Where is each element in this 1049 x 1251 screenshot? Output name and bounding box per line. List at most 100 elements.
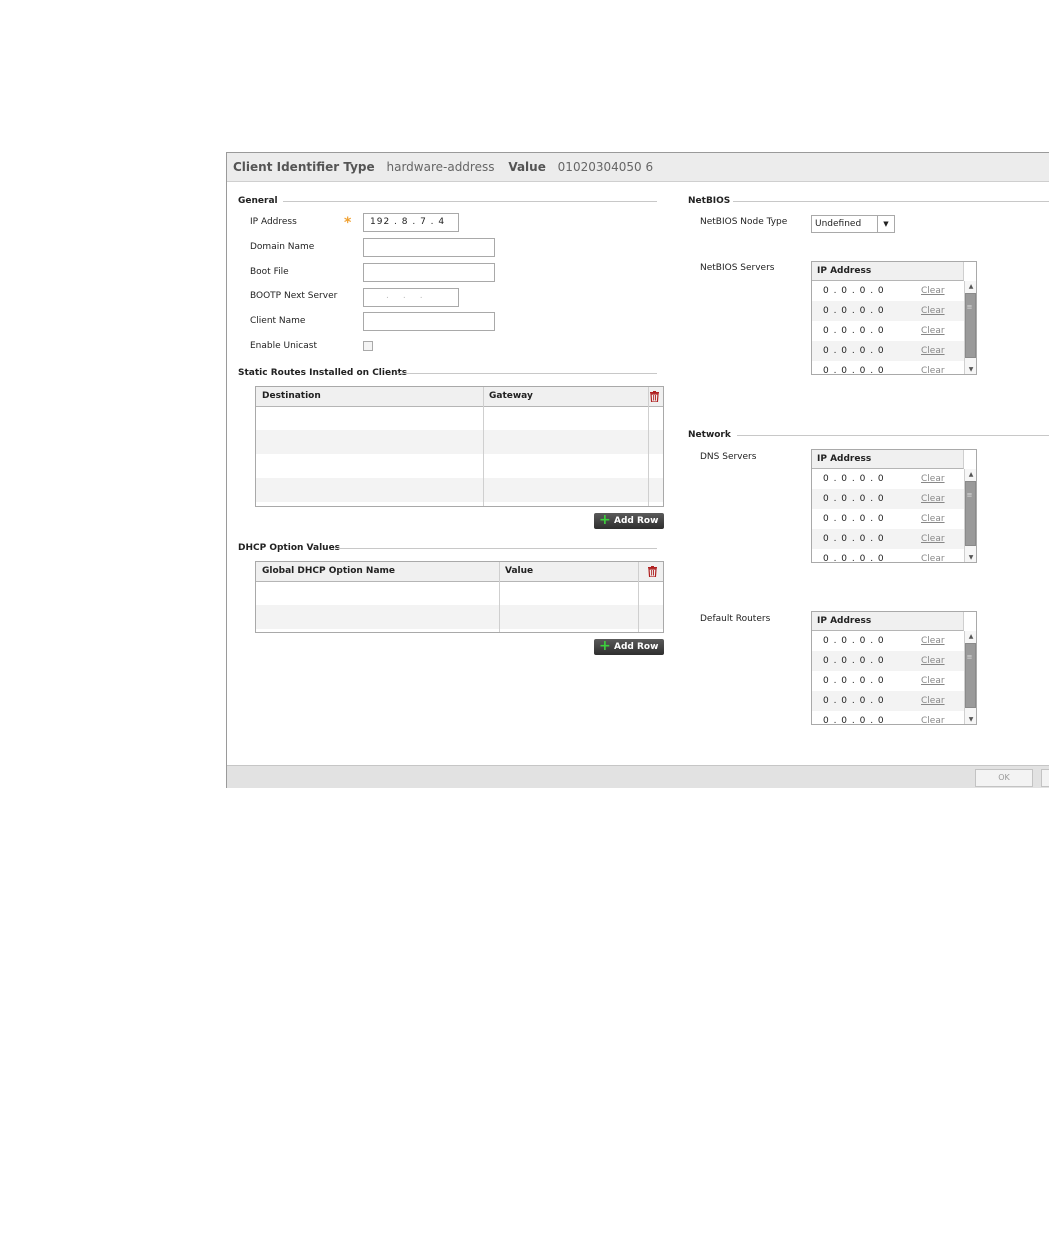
dialog-header: Client Identifier Type hardware-address … (227, 153, 1049, 182)
network-section-title: Network (688, 430, 731, 440)
value-value: 01020304050 6 (557, 160, 654, 174)
value-column-header: Value (505, 566, 534, 576)
boot-file-input[interactable] (363, 263, 495, 282)
list-item: 0 . 0 . 0 . 0 Clear (812, 281, 964, 301)
column-divider (638, 562, 639, 632)
table-row[interactable] (256, 605, 663, 629)
ip-address-field[interactable]: 0 . 0 . 0 . 0 (823, 691, 885, 711)
ip-address-field[interactable]: 0 . 0 . 0 . 0 (823, 631, 885, 651)
add-row-label: Add Row (614, 642, 659, 652)
clear-link[interactable]: Clear (921, 301, 945, 321)
table-row[interactable] (256, 430, 663, 454)
dialog-footer: OK (227, 765, 1049, 788)
netbios-node-type-value: Undefined (815, 219, 862, 229)
clear-link[interactable]: Clear (921, 361, 945, 374)
table-row[interactable] (256, 406, 663, 430)
ip-address-column-header: IP Address (812, 450, 964, 469)
reset-button[interactable] (1041, 769, 1049, 787)
list-item: 0 . 0 . 0 . 0 Clear (812, 509, 964, 529)
ip-address-field[interactable]: 0 . 0 . 0 . 0 (823, 671, 885, 691)
clear-link[interactable]: Clear (921, 529, 945, 549)
scroll-up-icon[interactable]: ▲ (965, 471, 976, 478)
scroll-up-icon[interactable]: ▲ (965, 633, 976, 640)
netbios-servers-list: IP Address 0 . 0 . 0 . 0 Clear 0 . 0 . 0 … (811, 261, 977, 375)
bootp-next-server-input[interactable]: ... (363, 288, 459, 307)
table-row[interactable] (256, 454, 663, 478)
scroll-down-icon[interactable]: ▼ (965, 554, 976, 561)
clear-link[interactable]: Clear (921, 711, 945, 724)
netbios-servers-label: NetBIOS Servers (700, 263, 775, 273)
clear-link[interactable]: Clear (921, 549, 945, 562)
clear-link[interactable]: Clear (921, 341, 945, 361)
destination-column-header: Destination (262, 391, 321, 401)
ip-address-field[interactable]: 0 . 0 . 0 . 0 (823, 711, 885, 724)
ip-address-column-header: IP Address (812, 262, 964, 281)
static-routes-divider (397, 373, 657, 374)
list-item: 0 . 0 . 0 . 0 Clear (812, 301, 964, 321)
value-label: Value (508, 160, 546, 174)
column-divider (648, 387, 649, 506)
netbios-divider (733, 201, 1049, 202)
static-routes-table-header: Destination Gateway (256, 387, 663, 407)
list-item: 0 . 0 . 0 . 0 Clear (812, 321, 964, 341)
ip-address-field[interactable]: 0 . 0 . 0 . 0 (823, 529, 885, 549)
clear-link[interactable]: Clear (921, 489, 945, 509)
ip-address-field[interactable]: 0 . 0 . 0 . 0 (823, 489, 885, 509)
dhcp-options-table: Global DHCP Option Name Value (255, 561, 664, 633)
ip-address-field[interactable]: 0 . 0 . 0 . 0 (823, 281, 885, 301)
static-routes-add-row-button[interactable]: + Add Row (594, 513, 664, 529)
clear-link[interactable]: Clear (921, 509, 945, 529)
default-routers-list: IP Address 0 . 0 . 0 . 0 Clear 0 . 0 . 0 … (811, 611, 977, 725)
clear-link[interactable]: Clear (921, 469, 945, 489)
ip-address-field[interactable]: 0 . 0 . 0 . 0 (823, 321, 885, 341)
dhcp-options-divider (337, 548, 657, 549)
netbios-node-type-select[interactable]: Undefined ▼ (811, 215, 895, 233)
scrollbar[interactable]: ▲ ≡ ▼ (964, 631, 976, 724)
scrollbar[interactable]: ▲ ≡ ▼ (964, 281, 976, 374)
scroll-up-icon[interactable]: ▲ (965, 283, 976, 290)
list-item: 0 . 0 . 0 . 0 Clear (812, 711, 964, 724)
clear-link[interactable]: Clear (921, 281, 945, 301)
domain-name-input[interactable] (363, 238, 495, 257)
client-identifier-type-label: Client Identifier Type (233, 160, 375, 174)
netbios-node-type-label: NetBIOS Node Type (700, 217, 788, 227)
network-divider (737, 435, 1049, 436)
clear-link[interactable]: Clear (921, 631, 945, 651)
list-item: 0 . 0 . 0 . 0 Clear (812, 469, 964, 489)
ok-button[interactable]: OK (975, 769, 1033, 787)
ip-address-field[interactable]: 0 . 0 . 0 . 0 (823, 509, 885, 529)
client-name-input[interactable] (363, 312, 495, 331)
table-row[interactable] (256, 581, 663, 605)
ip-address-field[interactable]: 0 . 0 . 0 . 0 (823, 469, 885, 489)
clear-link[interactable]: Clear (921, 651, 945, 671)
list-item: 0 . 0 . 0 . 0 Clear (812, 489, 964, 509)
static-routes-section-title: Static Routes Installed on Clients (238, 368, 408, 378)
plus-icon: + (599, 512, 611, 528)
scroll-down-icon[interactable]: ▼ (965, 366, 976, 373)
gateway-column-header: Gateway (489, 391, 533, 401)
clear-link[interactable]: Clear (921, 321, 945, 341)
trash-icon[interactable] (650, 391, 659, 402)
ip-address-input[interactable]: 192 . 8 . 7 . 4 (363, 213, 459, 232)
scrollbar[interactable]: ▲ ≡ ▼ (964, 469, 976, 562)
bootp-next-server-label: BOOTP Next Server (250, 291, 338, 301)
ip-address-field[interactable]: 0 . 0 . 0 . 0 (823, 301, 885, 321)
list-item: 0 . 0 . 0 . 0 Clear (812, 549, 964, 562)
boot-file-label: Boot File (250, 267, 289, 277)
ip-address-field[interactable]: 0 . 0 . 0 . 0 (823, 651, 885, 671)
clear-link[interactable]: Clear (921, 691, 945, 711)
table-row[interactable] (256, 478, 663, 502)
domain-name-label: Domain Name (250, 242, 315, 252)
ip-address-field[interactable]: 0 . 0 . 0 . 0 (823, 549, 885, 562)
global-dhcp-option-name-column-header: Global DHCP Option Name (262, 566, 396, 576)
scroll-down-icon[interactable]: ▼ (965, 716, 976, 723)
clear-link[interactable]: Clear (921, 671, 945, 691)
enable-unicast-checkbox[interactable] (363, 341, 373, 351)
ip-address-field[interactable]: 0 . 0 . 0 . 0 (823, 341, 885, 361)
dhcp-options-add-row-button[interactable]: + Add Row (594, 639, 664, 655)
ip-address-field[interactable]: 0 . 0 . 0 . 0 (823, 361, 885, 374)
dropdown-arrow-icon[interactable]: ▼ (877, 216, 894, 232)
client-name-label: Client Name (250, 316, 306, 326)
trash-icon[interactable] (648, 566, 657, 577)
netbios-section-title: NetBIOS (688, 196, 731, 206)
